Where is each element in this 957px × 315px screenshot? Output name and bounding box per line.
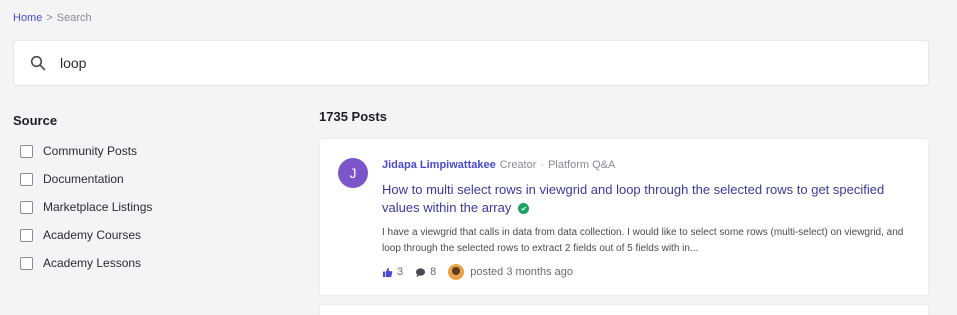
thumbs-up-icon (382, 267, 393, 277)
category-link[interactable]: Platform Q&A (548, 159, 615, 171)
filter-academy-lessons[interactable]: Academy Lessons (20, 256, 152, 270)
posted-time: posted 3 months ago (470, 266, 573, 278)
breadcrumb-home-link[interactable]: Home (13, 12, 42, 24)
breadcrumb-separator: > (46, 12, 53, 24)
checkbox[interactable] (20, 200, 33, 214)
filter-label: Academy Courses (43, 228, 142, 242)
filter-marketplace-listings[interactable]: Marketplace Listings (20, 200, 152, 214)
checkbox[interactable] (20, 144, 33, 158)
post-meta: Jidapa Limpiwattakee Creator · Platform … (382, 159, 615, 171)
search-icon (30, 55, 46, 71)
checkbox[interactable] (20, 256, 33, 270)
breadcrumb: Home > Search (13, 12, 92, 24)
source-filter-title: Source (13, 113, 58, 128)
comments-stat[interactable]: 8 (415, 266, 436, 278)
post-excerpt: I have a viewgrid that calls in data fro… (382, 227, 904, 254)
filter-label: Community Posts (43, 144, 138, 158)
filter-label: Marketplace Listings (43, 200, 153, 214)
likes-count: 3 (397, 266, 404, 278)
filter-label: Documentation (43, 172, 124, 186)
filter-documentation[interactable]: Documentation (20, 172, 152, 186)
author-avatar[interactable]: J (338, 158, 368, 188)
post-card[interactable]: J Jidapa Limpiwattakee Creator · Platfor… (319, 138, 929, 296)
post-stats: 3 8 posted 3 months ago (382, 264, 573, 280)
checkbox[interactable] (20, 228, 33, 242)
comment-icon (416, 267, 426, 277)
filter-label: Academy Lessons (43, 256, 142, 270)
filter-community-posts[interactable]: Community Posts (20, 144, 152, 158)
post-title-link[interactable]: How to multi select rows in viewgrid and… (382, 181, 902, 217)
last-poster-avatar[interactable] (448, 264, 465, 280)
likes-stat[interactable]: 3 (382, 266, 403, 278)
solved-check-icon (517, 203, 529, 215)
comments-count: 8 (430, 266, 437, 278)
checkbox[interactable] (20, 172, 33, 186)
breadcrumb-current: Search (56, 12, 92, 24)
post-card[interactable] (319, 304, 929, 315)
author-name-link[interactable]: Jidapa Limpiwattakee (382, 159, 496, 171)
search-box[interactable] (13, 40, 929, 86)
search-input[interactable] (60, 55, 880, 71)
source-filter-list: Community Posts Documentation Marketplac… (20, 144, 152, 284)
author-role: Creator (499, 159, 537, 171)
meta-separator: · (540, 159, 545, 171)
posts-count: 1735 Posts (319, 109, 387, 124)
post-title-text: How to multi select rows in viewgrid and… (382, 182, 885, 215)
filter-academy-courses[interactable]: Academy Courses (20, 228, 152, 242)
